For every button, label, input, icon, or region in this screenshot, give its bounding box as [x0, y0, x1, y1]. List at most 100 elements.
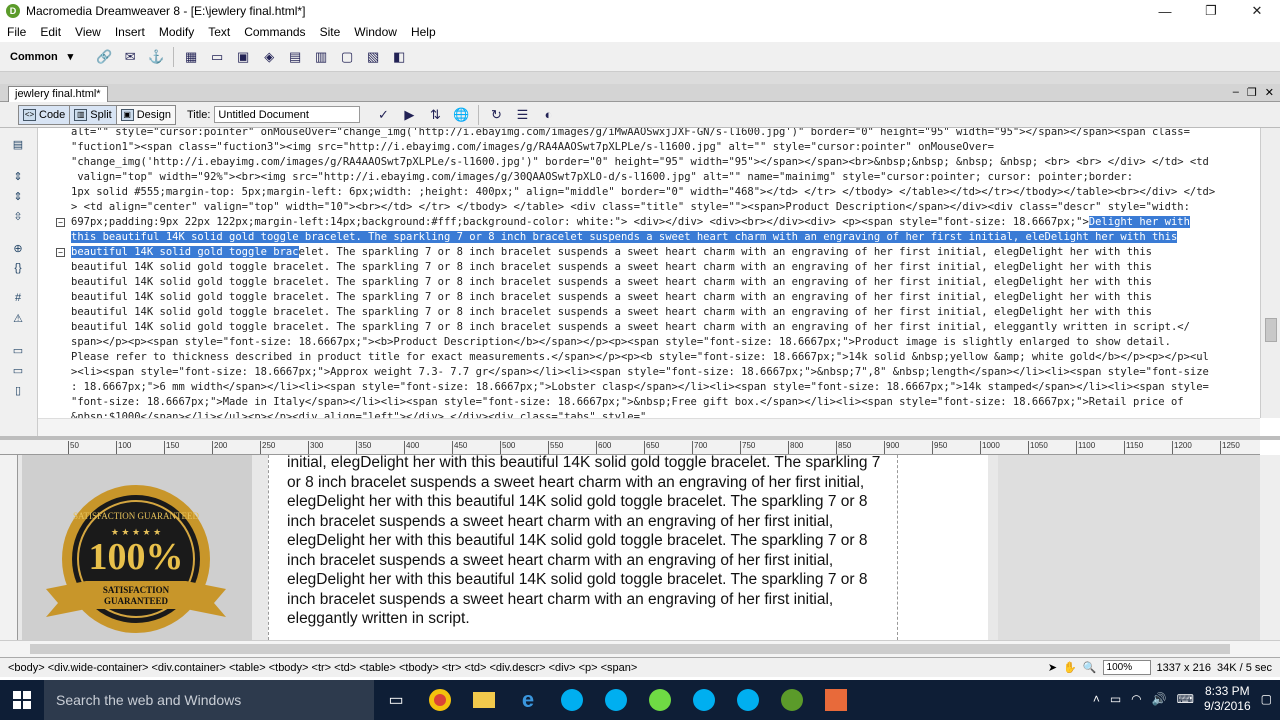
window-size[interactable]: 1337 x 216: [1157, 662, 1211, 674]
taskbar-upwork[interactable]: [638, 680, 682, 720]
document-title-input[interactable]: [214, 106, 361, 123]
apply-comment-icon[interactable]: ▭: [10, 344, 26, 358]
hyperlink-icon[interactable]: 🔗: [95, 48, 113, 66]
insert-toolbar: Common ▾ 🔗 ✉ ⚓ ▦ ▭ ▣ ◈ ▤ ▥ ▢ ▧ ◧: [0, 42, 1280, 72]
doc-close-icon[interactable]: ✕: [1265, 86, 1274, 99]
templates-icon[interactable]: ▧: [364, 48, 382, 66]
code-segment: > <td align="center" valign="top" width=…: [71, 201, 1190, 213]
code-line-text: &nbsp;$1000</span></li></ul><p></p><div …: [71, 410, 646, 418]
select-parent-tag-icon[interactable]: ⊕: [10, 242, 26, 256]
code-view-button[interactable]: <> Code: [18, 104, 71, 125]
doc-minimize-icon[interactable]: –: [1233, 86, 1239, 99]
layer-icon[interactable]: ▭: [208, 48, 226, 66]
email-link-icon[interactable]: ✉: [121, 48, 139, 66]
hand-tool-icon[interactable]: ✋: [1063, 661, 1077, 674]
product-description-text[interactable]: initial, elegDelight her with this beaut…: [287, 455, 895, 629]
taskbar-skype-2[interactable]: [594, 680, 638, 720]
document-tab[interactable]: jewlery final.html*: [8, 86, 108, 102]
visual-aids-icon[interactable]: ◐: [539, 106, 557, 124]
file-management-icon[interactable]: ⇅: [426, 106, 444, 124]
clock[interactable]: 8:33 PM 9/3/2016: [1204, 684, 1251, 714]
table-icon[interactable]: ▦: [182, 48, 200, 66]
view-options-icon[interactable]: ☰: [513, 106, 531, 124]
tag-selector[interactable]: <body> <div.wide-container> <div.contain…: [0, 662, 637, 674]
taskbar-file-explorer[interactable]: [462, 680, 506, 720]
menu-window[interactable]: Window: [347, 25, 404, 39]
date-icon[interactable]: ▤: [286, 48, 304, 66]
taskbar-edge[interactable]: e: [506, 680, 550, 720]
menu-view[interactable]: View: [68, 25, 108, 39]
design-horizontal-scrollbar[interactable]: [0, 640, 1280, 657]
code-line-text: 1px solid #555;margin-top: 5px;margin-le…: [71, 185, 1215, 200]
code-scroll-thumb[interactable]: [1265, 318, 1277, 342]
taskbar-chrome[interactable]: [418, 680, 462, 720]
split-view-button[interactable]: ▥ Split: [69, 104, 117, 125]
image-icon[interactable]: ▣: [234, 48, 252, 66]
volume-icon[interactable]: 🔊: [1152, 692, 1167, 706]
highlight-invalid-code-icon[interactable]: ⚠: [10, 312, 26, 326]
collapse-code-icon[interactable]: −: [56, 218, 65, 227]
skype-icon: [737, 689, 759, 711]
taskbar-app[interactable]: [814, 680, 858, 720]
remove-comment-icon[interactable]: ▭: [10, 364, 26, 378]
ruler-mark: 850: [836, 441, 851, 454]
code-line: this beautiful 14K solid gold toggle bra…: [38, 230, 1260, 245]
ruler-mark: 1050: [1028, 441, 1048, 454]
server-side-include-icon[interactable]: ▥: [312, 48, 330, 66]
design-view-button[interactable]: ▣ Design: [115, 104, 176, 125]
insert-category-label: Common: [10, 50, 58, 63]
doc-restore-icon[interactable]: ❐: [1247, 86, 1257, 99]
menu-modify[interactable]: Modify: [152, 25, 201, 39]
no-browser-check-errors-icon[interactable]: ✓: [374, 106, 392, 124]
menu-edit[interactable]: Edit: [33, 25, 68, 39]
menu-commands[interactable]: Commands: [237, 25, 312, 39]
taskbar-skype-3[interactable]: [682, 680, 726, 720]
code-vertical-scrollbar[interactable]: [1260, 128, 1280, 418]
zoom-select[interactable]: 100%: [1102, 660, 1151, 675]
wifi-icon[interactable]: ◠: [1131, 692, 1141, 706]
comment-icon[interactable]: ▢: [338, 48, 356, 66]
collapse-code-icon[interactable]: −: [56, 248, 65, 257]
minimize-icon[interactable]: —: [1142, 0, 1188, 22]
expand-all-icon[interactable]: ⇳: [10, 210, 26, 224]
tag-chooser-icon[interactable]: ◧: [390, 48, 408, 66]
wrap-tag-icon[interactable]: ▯: [10, 384, 26, 398]
close-icon[interactable]: ✕: [1234, 0, 1280, 22]
skype-icon: [561, 689, 583, 711]
task-view-button[interactable]: ▭: [374, 680, 418, 720]
menu-site[interactable]: Site: [313, 25, 348, 39]
design-view-label: Design: [136, 108, 171, 121]
collapse-selection-icon[interactable]: ⇕: [10, 190, 26, 204]
notifications-icon[interactable]: ▢: [1261, 692, 1272, 706]
balance-braces-icon[interactable]: {}: [10, 262, 26, 276]
pointer-tool-icon[interactable]: ➤: [1048, 661, 1057, 674]
code-horizontal-scrollbar[interactable]: [38, 418, 1260, 436]
battery-icon[interactable]: ▭: [1110, 692, 1121, 706]
taskbar-search-box[interactable]: Search the web and Windows: [44, 680, 374, 720]
zoom-tool-icon[interactable]: 🔍: [1083, 661, 1097, 674]
menu-help[interactable]: Help: [404, 25, 443, 39]
collapse-full-tag-icon[interactable]: ⇕: [10, 170, 26, 184]
design-scroll-thumb[interactable]: [30, 644, 1230, 654]
taskbar-skype-1[interactable]: [550, 680, 594, 720]
design-vertical-scrollbar[interactable]: [1260, 455, 1280, 640]
restore-icon[interactable]: ❐: [1188, 0, 1234, 22]
menu-text[interactable]: Text: [201, 25, 237, 39]
windows-start-button[interactable]: [0, 680, 44, 720]
keyboard-icon[interactable]: ⌨: [1177, 692, 1194, 706]
refresh-icon[interactable]: ↻: [487, 106, 505, 124]
validate-markup-icon[interactable]: ▶: [400, 106, 418, 124]
open-documents-icon[interactable]: ▤: [10, 138, 26, 152]
menu-insert[interactable]: Insert: [108, 25, 152, 39]
chevron-up-icon[interactable]: ˄: [1093, 692, 1100, 706]
menu-file[interactable]: File: [0, 25, 33, 39]
line-numbers-icon[interactable]: #: [10, 292, 26, 306]
preview-in-browser-icon[interactable]: 🌐: [452, 106, 470, 124]
taskbar-skype-4[interactable]: [726, 680, 770, 720]
media-icon[interactable]: ◈: [260, 48, 278, 66]
code-editor[interactable]: alt="" style="cursor:pointer" onMouseOve…: [38, 128, 1260, 418]
taskbar-dreamweaver[interactable]: [770, 680, 814, 720]
design-view[interactable]: SATISFACTION GUARANTEED ★ ★ ★ ★ ★ 100% S…: [18, 455, 1260, 640]
named-anchor-icon[interactable]: ⚓: [147, 48, 165, 66]
insert-category-dropdown[interactable]: Common ▾: [10, 50, 73, 64]
